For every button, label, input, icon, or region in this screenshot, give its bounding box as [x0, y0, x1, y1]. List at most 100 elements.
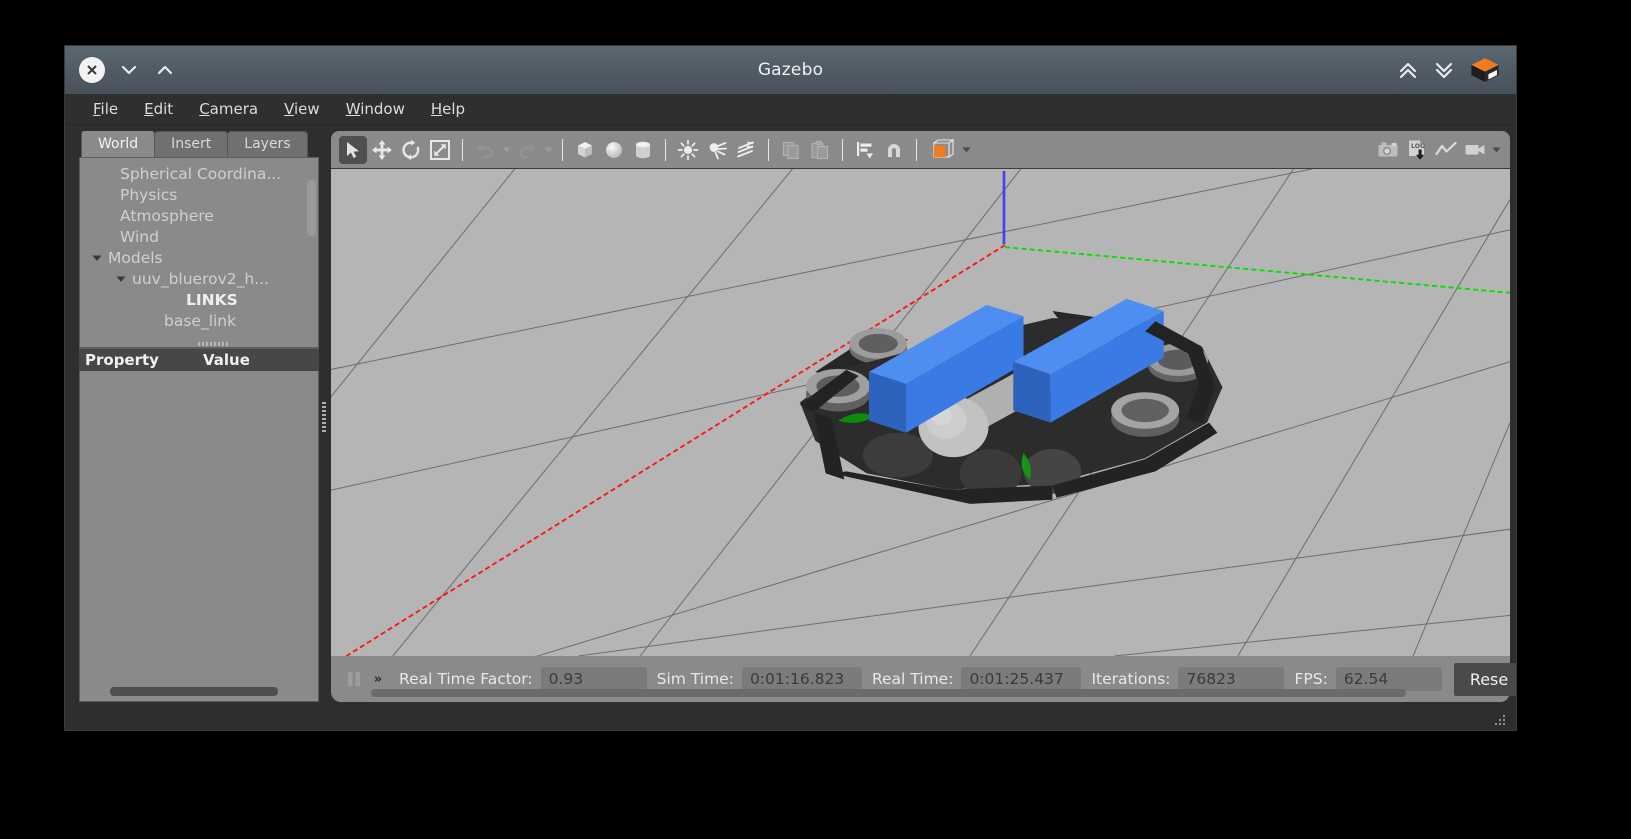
- tree-item-base-link[interactable]: base_link: [80, 310, 318, 331]
- menu-help-mnemonic: H: [430, 100, 443, 118]
- undo-history-caret[interactable]: [500, 136, 512, 164]
- sim-time-value: 0:01:16.823: [741, 667, 862, 691]
- tree-item-models[interactable]: Models: [80, 247, 318, 268]
- tree-item-uuv-bluerov2[interactable]: uuv_bluerov2_h...: [80, 268, 318, 289]
- property-table-body[interactable]: [79, 371, 319, 702]
- point-light-icon: [677, 139, 699, 160]
- save-log-button[interactable]: LOG: [1403, 136, 1431, 164]
- tree-expander-models[interactable]: [90, 251, 104, 265]
- selection-mode-button[interactable]: [339, 135, 367, 164]
- tab-layers[interactable]: Layers: [227, 131, 308, 157]
- world-tree-vertical-scrollbar[interactable]: [307, 180, 316, 236]
- redo-history-caret[interactable]: [542, 136, 554, 164]
- rotate-mode-button[interactable]: [397, 136, 425, 164]
- real-time-factor-value: 0.93: [540, 667, 647, 691]
- main-body: World Insert Layers Spherical Coordina..…: [65, 125, 1516, 708]
- tree-item-spherical-coordinates[interactable]: Spherical Coordina...: [80, 163, 318, 184]
- property-table-header: Property Value: [79, 348, 319, 371]
- point-light-button[interactable]: [674, 136, 702, 164]
- tree-expander-uuv-bluerov2[interactable]: [114, 272, 128, 286]
- tree-item-links-header: LINKS: [80, 289, 318, 310]
- translate-mode-button[interactable]: [368, 136, 396, 164]
- menu-file[interactable]: File: [81, 96, 130, 122]
- expand-all-button[interactable]: [1432, 58, 1456, 82]
- real-time-factor-label: Real Time Factor:: [399, 670, 533, 688]
- 3d-scene: [331, 169, 1510, 656]
- caret-down-icon: [1492, 147, 1500, 153]
- gazebo-cube-logo: [1471, 58, 1499, 82]
- menu-camera-mnemonic: C: [199, 100, 210, 118]
- spot-light-icon: [709, 141, 727, 159]
- menu-file-label: ile: [100, 100, 119, 118]
- paste-button[interactable]: [806, 136, 834, 164]
- tree-item-label: Physics: [120, 185, 178, 204]
- pause-button[interactable]: [341, 664, 367, 694]
- menu-window[interactable]: Window: [334, 96, 417, 122]
- insert-sphere-button[interactable]: [600, 136, 628, 164]
- menu-camera[interactable]: Camera: [187, 96, 270, 122]
- splitter-grip-icon: [322, 401, 326, 432]
- scale-mode-button[interactable]: [426, 136, 454, 164]
- separator-3: [665, 138, 666, 161]
- scale-icon: [430, 139, 450, 160]
- window-titlebar: Gazebo: [65, 46, 1516, 94]
- tree-resize-handle[interactable]: [198, 342, 228, 346]
- screenshot-button[interactable]: [1374, 136, 1402, 164]
- paste-icon: [811, 140, 829, 159]
- view-transparency-caret[interactable]: [960, 136, 972, 164]
- maximize-button[interactable]: [153, 58, 177, 82]
- tree-item-label: base_link: [164, 311, 237, 330]
- menubar: File Edit Camera View Window Help: [65, 94, 1516, 125]
- menu-view[interactable]: View: [272, 96, 332, 122]
- fps-value: 62.54: [1335, 667, 1442, 691]
- insert-box-button[interactable]: [571, 136, 599, 164]
- directional-light-button[interactable]: [732, 136, 760, 164]
- property-table-horizontal-scrollbar[interactable]: [110, 687, 278, 696]
- record-video-button[interactable]: [1461, 136, 1489, 164]
- redo-button[interactable]: [513, 136, 541, 164]
- minimize-button[interactable]: [117, 58, 141, 82]
- triangle-down-icon: [92, 255, 102, 261]
- copy-button[interactable]: [777, 136, 805, 164]
- tree-item-physics[interactable]: Physics: [80, 184, 318, 205]
- caret-down-icon: [544, 147, 552, 153]
- collapse-all-button[interactable]: [1396, 58, 1420, 82]
- menu-help[interactable]: Help: [419, 96, 477, 122]
- close-button[interactable]: [79, 57, 105, 83]
- close-icon: [87, 65, 97, 75]
- panel-splitter[interactable]: [319, 131, 331, 702]
- menu-window-mnemonic: W: [345, 100, 361, 118]
- align-button[interactable]: [851, 136, 879, 164]
- undo-button[interactable]: [471, 136, 499, 164]
- tab-insert[interactable]: Insert: [154, 131, 229, 157]
- reset-button[interactable]: Rese: [1453, 662, 1516, 696]
- tree-item-label: uuv_bluerov2_h...: [132, 269, 269, 288]
- window-resize-grip-icon[interactable]: [1495, 715, 1506, 726]
- left-panel: World Insert Layers Spherical Coordina..…: [79, 131, 319, 702]
- magnet-snap-icon: [888, 143, 900, 157]
- plot-button[interactable]: [1432, 136, 1460, 164]
- menu-edit[interactable]: Edit: [132, 96, 185, 122]
- thruster-front-right-lower: [1111, 392, 1180, 437]
- svg-text:LOG: LOG: [1411, 143, 1425, 150]
- separator-4: [768, 138, 769, 161]
- 3d-viewport[interactable]: [331, 168, 1510, 656]
- snap-button[interactable]: [880, 136, 908, 164]
- tree-item-label: Spherical Coordina...: [120, 164, 282, 183]
- camera-icon: [1378, 142, 1398, 156]
- titlebar-right-controls: [1396, 53, 1502, 87]
- tree-item-label: LINKS: [186, 290, 238, 309]
- sim-time-label: Sim Time:: [656, 670, 734, 688]
- tab-world[interactable]: World: [81, 131, 156, 157]
- world-tree-pane: Spherical Coordina... Physics Atmosphere: [79, 157, 319, 348]
- record-video-caret[interactable]: [1490, 136, 1502, 164]
- tree-item-wind[interactable]: Wind: [80, 226, 318, 247]
- directional-light-icon: [737, 141, 754, 157]
- view-transparency-button[interactable]: [925, 136, 959, 164]
- separator-5: [842, 138, 843, 161]
- insert-cylinder-button[interactable]: [629, 136, 657, 164]
- spot-light-button[interactable]: [703, 136, 731, 164]
- triangle-down-icon: [116, 276, 126, 282]
- tree-item-atmosphere[interactable]: Atmosphere: [80, 205, 318, 226]
- world-tree[interactable]: Spherical Coordina... Physics Atmosphere: [80, 158, 318, 347]
